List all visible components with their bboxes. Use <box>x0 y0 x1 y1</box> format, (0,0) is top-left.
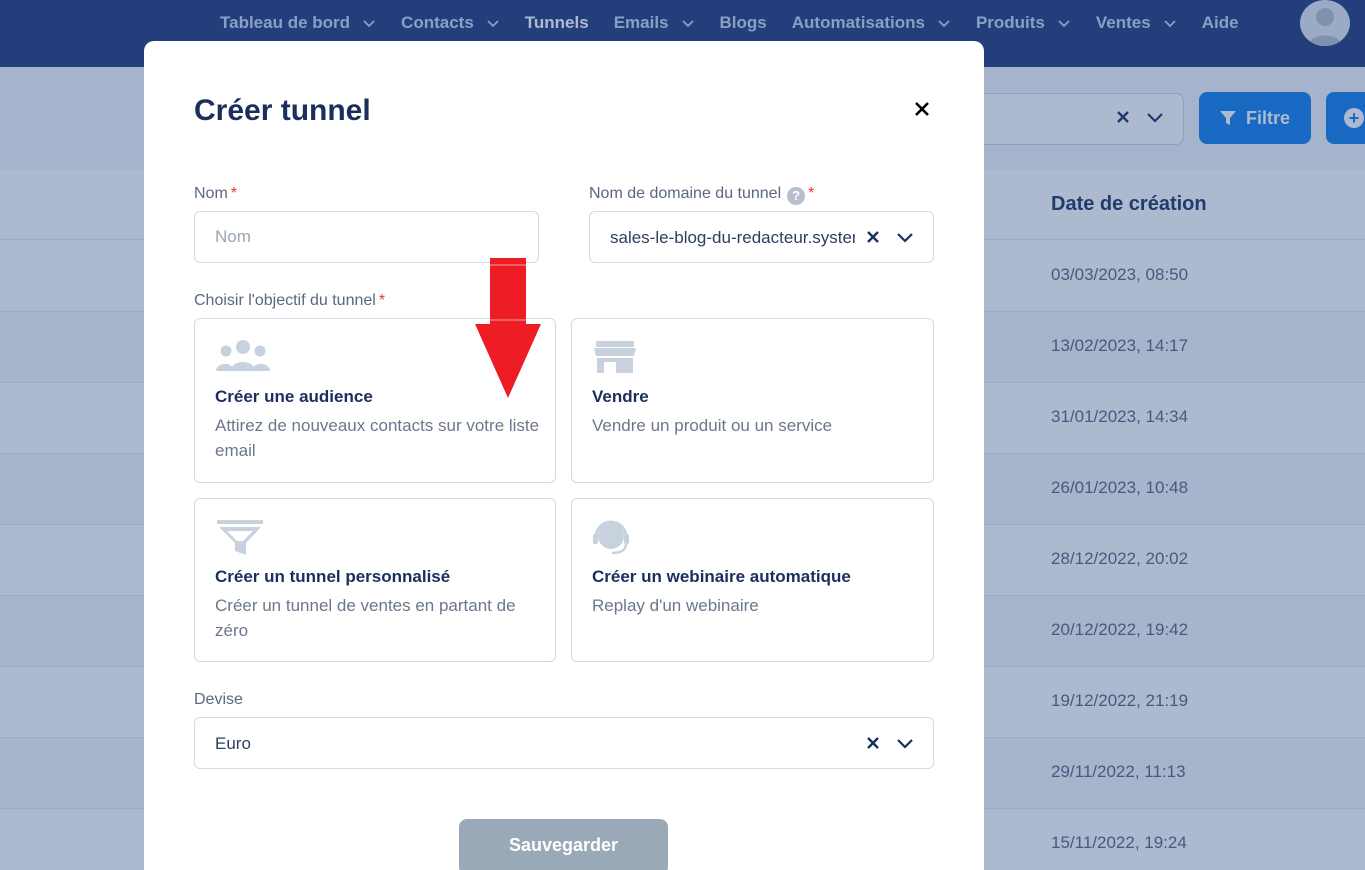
clear-icon[interactable] <box>866 736 880 750</box>
card-title: Créer une audience <box>215 387 373 406</box>
name-field[interactable] <box>194 211 539 263</box>
store-icon <box>594 341 636 373</box>
create-tunnel-modal: Créer tunnel Nom* Nom de domaine du tunn… <box>144 41 984 870</box>
domain-label-text: Nom de domaine du tunnel <box>589 185 782 202</box>
currency-select[interactable]: Euro <box>194 717 934 769</box>
domain-selected-value: sales-le-blog-du-redacteur.systeme.io <box>610 228 855 247</box>
modal-title: Créer tunnel <box>194 94 371 127</box>
objective-card-webinar[interactable]: Créer un webinaire automatique Replay d'… <box>571 498 934 662</box>
required-mark: * <box>230 185 238 202</box>
currency-selected-value: Euro <box>215 734 251 753</box>
objective-card-custom-tunnel[interactable]: Créer un tunnel personnalisé Créer un tu… <box>194 498 556 662</box>
domain-select[interactable]: sales-le-blog-du-redacteur.systeme.io <box>589 211 934 263</box>
card-title: Créer un webinaire automatique <box>592 567 851 586</box>
objective-card-sell[interactable]: Vendre Vendre un produit ou un service <box>571 318 934 483</box>
name-field-label: Nom * <box>194 185 237 203</box>
red-arrow-down-icon <box>475 258 541 398</box>
card-title: Vendre <box>592 387 649 406</box>
currency-field-label: Devise <box>194 691 243 708</box>
chevron-down-icon[interactable] <box>896 232 914 244</box>
users-icon <box>216 340 270 371</box>
card-title: Créer un tunnel personnalisé <box>215 567 451 586</box>
card-description: Replay d'un webinaire <box>592 596 759 615</box>
required-mark: * <box>808 185 815 202</box>
clear-icon[interactable] <box>866 230 880 244</box>
card-description: Attirez de nouveaux contacts sur votre l… <box>215 416 540 460</box>
required-mark: * <box>378 292 386 309</box>
objective-label-text: Choisir l'objectif du tunnel <box>194 292 376 309</box>
chevron-down-icon[interactable] <box>896 738 914 750</box>
domain-field-label: Nom de domaine du tunnel? * <box>589 185 814 205</box>
close-icon[interactable] <box>914 101 930 117</box>
objective-label: Choisir l'objectif du tunnel * <box>194 292 385 310</box>
card-description: Créer un tunnel de ventes en partant de … <box>215 596 516 640</box>
funnel-icon <box>217 520 263 555</box>
card-description: Vendre un produit ou un service <box>592 416 833 435</box>
headset-icon <box>593 520 629 555</box>
save-button[interactable]: Sauvegarder <box>459 819 668 870</box>
help-icon[interactable]: ? <box>787 187 806 205</box>
name-input[interactable] <box>215 227 515 247</box>
name-label-text: Nom <box>194 185 228 202</box>
